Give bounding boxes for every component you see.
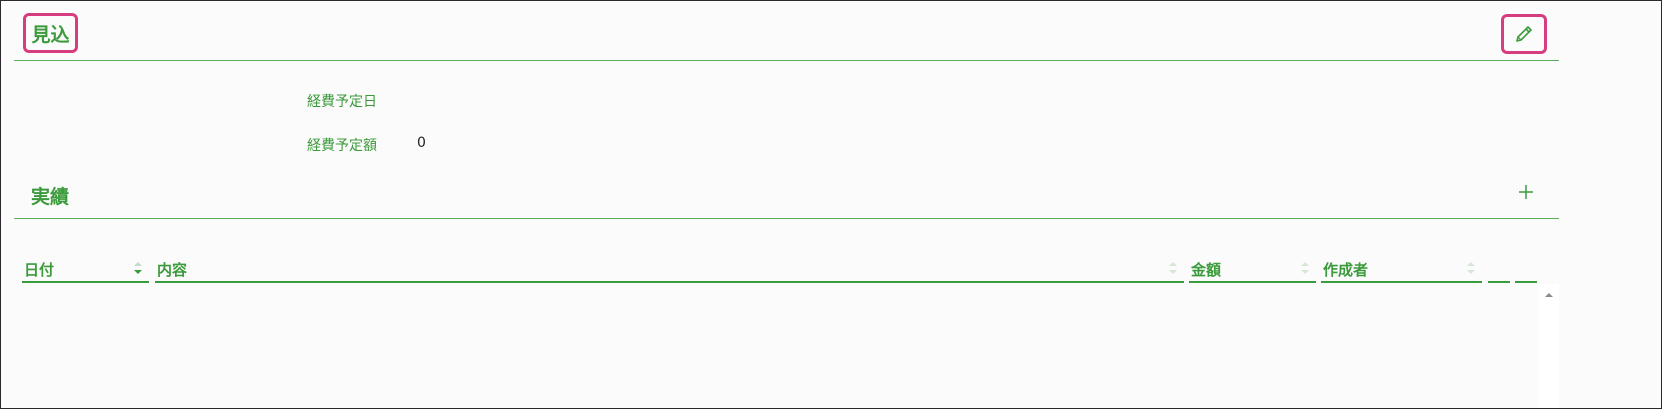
actuals-title: 実績 — [31, 186, 70, 208]
column-header-action-2 — [1515, 257, 1537, 283]
sort-icon — [1169, 262, 1177, 274]
column-header-content[interactable]: 内容 — [155, 257, 1184, 283]
expense-date-label: 経費予定日 — [307, 94, 377, 110]
column-header-amount[interactable]: 金額 — [1189, 257, 1316, 283]
pencil-icon — [1516, 26, 1532, 42]
forecast-title-highlight: 見込 — [23, 13, 78, 53]
column-label-content: 内容 — [157, 261, 188, 279]
forecast-divider — [14, 60, 1559, 61]
column-label-date: 日付 — [24, 261, 55, 279]
forecast-title: 見込 — [31, 23, 70, 46]
sort-icon — [1467, 262, 1475, 274]
column-header-creator[interactable]: 作成者 — [1321, 257, 1482, 283]
sort-icon — [1301, 262, 1309, 274]
scroll-up-icon[interactable] — [1539, 288, 1559, 302]
sort-desc-icon — [134, 262, 142, 274]
expense-amount-value: 0 — [417, 135, 426, 151]
expense-amount-label: 経費予定額 — [307, 138, 377, 154]
column-header-action-1 — [1488, 257, 1510, 283]
actuals-divider — [14, 218, 1559, 219]
add-button[interactable] — [1511, 177, 1541, 207]
table-scrollbar[interactable] — [1539, 284, 1559, 408]
expense-panel: 見込 経費予定日 経費予定額 0 実績 日付 内容 金額 作成者 — [0, 0, 1662, 409]
edit-button[interactable] — [1501, 14, 1547, 54]
column-label-creator: 作成者 — [1323, 261, 1369, 279]
column-label-amount: 金額 — [1191, 261, 1222, 279]
plus-icon — [1519, 185, 1533, 199]
column-header-date[interactable]: 日付 — [22, 257, 149, 283]
